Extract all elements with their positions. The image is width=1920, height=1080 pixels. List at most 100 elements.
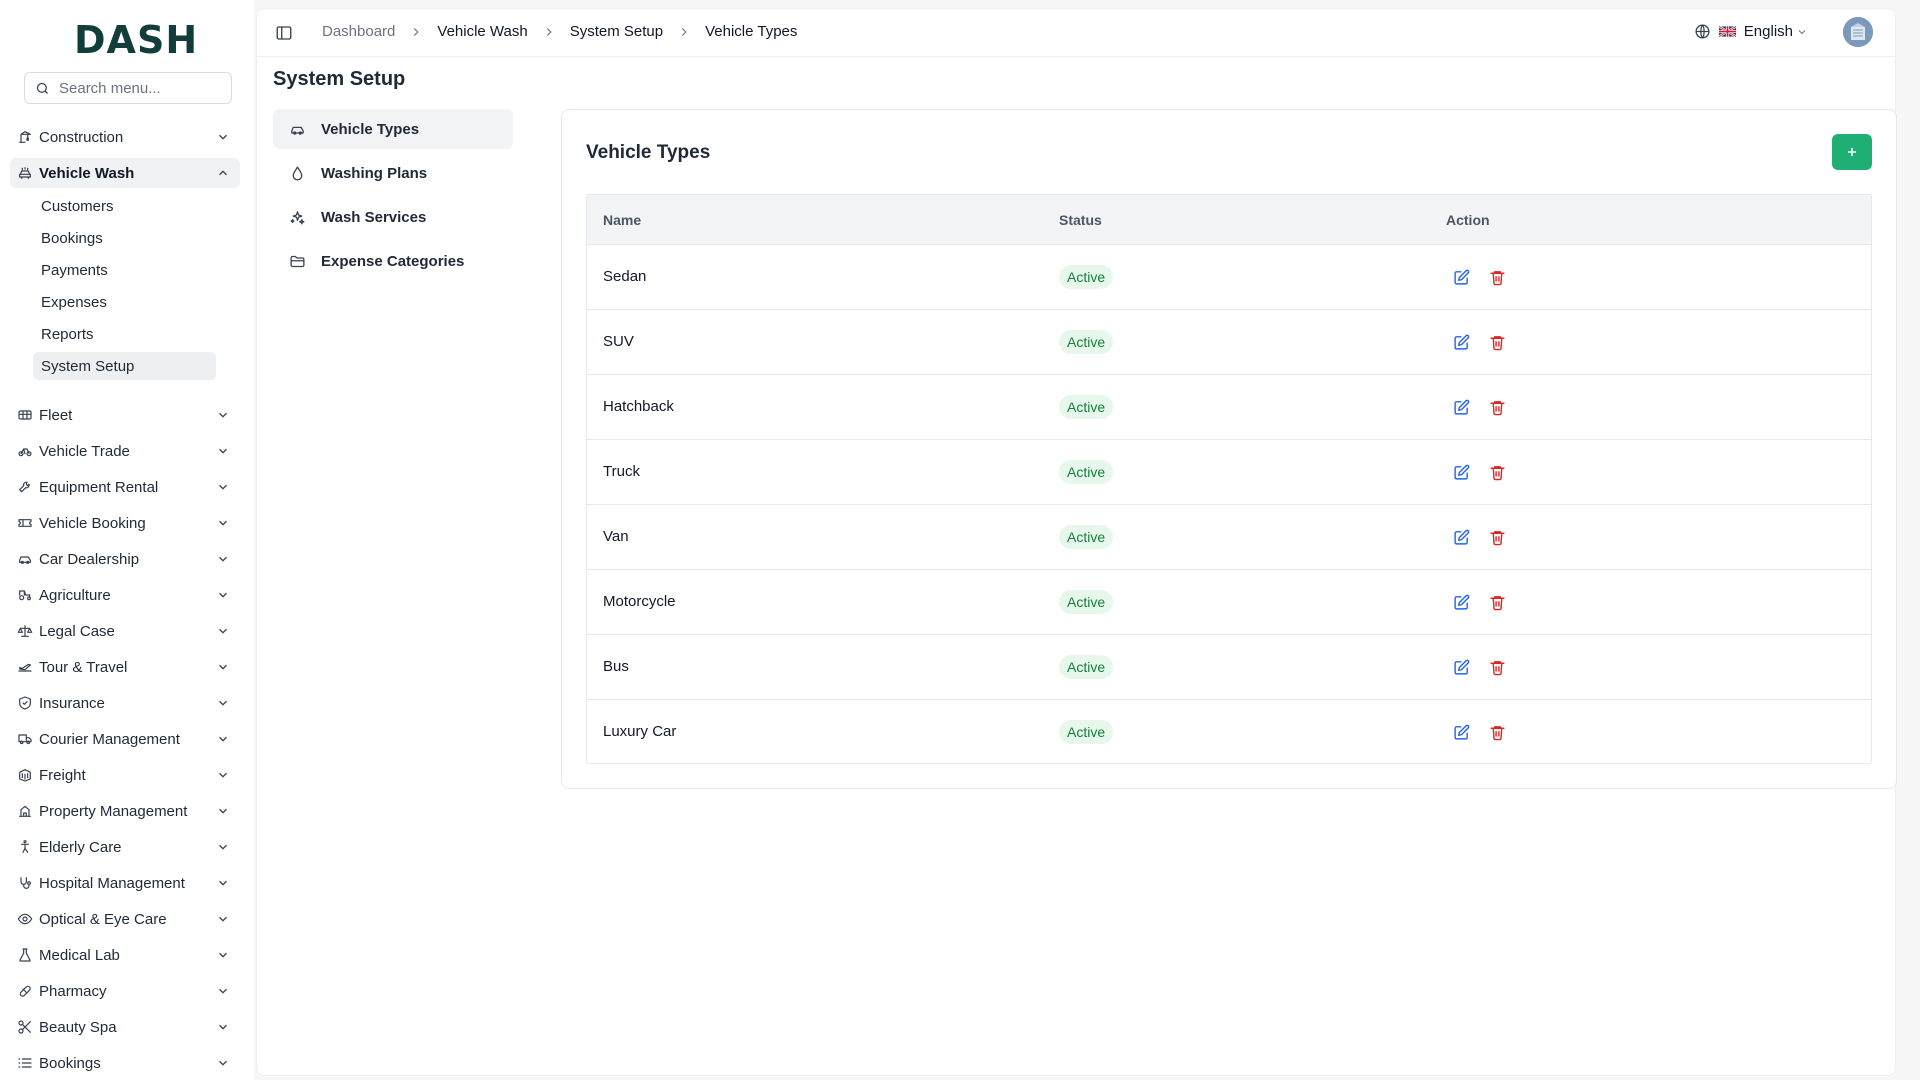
- setup-nav-washing-plans[interactable]: Washing Plans: [273, 153, 513, 193]
- chevron-down-icon: [216, 624, 230, 638]
- status-badge: Active: [1059, 720, 1114, 744]
- chevron-down-icon: [216, 912, 230, 926]
- sidebar-item-legal-case[interactable]: Legal Case: [10, 616, 240, 646]
- sidebar-item-pharmacy[interactable]: Pharmacy: [10, 976, 240, 1006]
- plane-icon: [17, 659, 33, 675]
- sidebar-item-equipment-rental[interactable]: Equipment Rental: [10, 472, 240, 502]
- column-header-action: Action: [1446, 212, 1490, 228]
- vehicle-type-name: Van: [603, 528, 629, 545]
- language-label: English: [1743, 23, 1793, 40]
- sidebar-item-freight[interactable]: Freight: [10, 760, 240, 790]
- sidebar-item-label: Tour & Travel: [39, 658, 128, 676]
- vehicle-type-name: Truck: [603, 463, 640, 480]
- sidebar-item-vehicle-wash[interactable]: Vehicle Wash: [10, 158, 240, 188]
- setup-nav-vehicle-types[interactable]: Vehicle Types: [273, 109, 513, 149]
- fleet-icon: [17, 407, 33, 423]
- edit-icon[interactable]: [1452, 528, 1470, 546]
- edit-icon[interactable]: [1452, 658, 1470, 676]
- sidebar-subitem-reports[interactable]: Reports: [33, 320, 216, 348]
- chevron-down-icon: [216, 984, 230, 998]
- sidebar-item-label: Fleet: [39, 406, 73, 424]
- table-row: Sedan Active: [587, 245, 1871, 310]
- edit-icon[interactable]: [1452, 463, 1470, 481]
- breadcrumb-item[interactable]: System Setup: [570, 23, 663, 40]
- car-icon: [289, 121, 306, 138]
- chevron-down-icon: [216, 588, 230, 602]
- add-vehicle-type-button[interactable]: [1832, 134, 1872, 170]
- sparkles-icon: [289, 209, 306, 226]
- edit-icon[interactable]: [1452, 268, 1470, 286]
- brand-logo[interactable]: DASH: [74, 18, 198, 62]
- status-badge: Active: [1059, 590, 1114, 614]
- pill-icon: [17, 983, 33, 999]
- sidebar-item-elderly-care[interactable]: Elderly Care: [10, 832, 240, 862]
- delete-icon[interactable]: [1488, 593, 1506, 611]
- edit-icon[interactable]: [1452, 333, 1470, 351]
- sidebar-item-insurance[interactable]: Insurance: [10, 688, 240, 718]
- edit-icon[interactable]: [1452, 723, 1470, 741]
- delete-icon[interactable]: [1488, 528, 1506, 546]
- sidebar-item-label: Elderly Care: [39, 838, 122, 856]
- delete-icon[interactable]: [1488, 398, 1506, 416]
- sidebar-item-property-management[interactable]: Property Management: [10, 796, 240, 826]
- sidebar-item-label: Medical Lab: [39, 946, 120, 964]
- search-input[interactable]: [59, 79, 219, 97]
- sidebar-item-medical-lab[interactable]: Medical Lab: [10, 940, 240, 970]
- sidebar-item-vehicle-trade[interactable]: Vehicle Trade: [10, 436, 240, 466]
- delete-icon[interactable]: [1488, 268, 1506, 286]
- sidebar: DASH Construction Vehicle Wash Fleet Vehicl…: [0, 0, 254, 1080]
- chevron-down-icon: [216, 732, 230, 746]
- sidebar-item-bookings[interactable]: Bookings: [10, 1048, 240, 1078]
- delete-icon[interactable]: [1488, 333, 1506, 351]
- table-body: Sedan Active SUV Active Hatchback Active Truck…: [587, 245, 1871, 763]
- sidebar-item-vehicle-booking[interactable]: Vehicle Booking: [10, 508, 240, 538]
- sidebar-subitem-bookings[interactable]: Bookings: [33, 224, 216, 252]
- sidebar-item-car-dealership[interactable]: Car Dealership: [10, 544, 240, 574]
- setup-nav-wash-services[interactable]: Wash Services: [273, 197, 513, 237]
- droplet-icon: [289, 165, 306, 182]
- breadcrumb-item: Vehicle Types: [705, 23, 798, 40]
- container-icon: [17, 767, 33, 783]
- sidebar-subitem-system-setup[interactable]: System Setup: [33, 352, 216, 380]
- chevron-down-icon: [216, 516, 230, 530]
- chevron-down-icon: [216, 696, 230, 710]
- user-avatar[interactable]: [1843, 17, 1873, 47]
- sidebar-subitem-customers[interactable]: Customers: [33, 192, 216, 220]
- table-row: Bus Active: [587, 635, 1871, 700]
- sidebar-item-fleet[interactable]: Fleet: [10, 400, 240, 430]
- chevron-down-icon: [216, 948, 230, 962]
- delete-icon[interactable]: [1488, 463, 1506, 481]
- sidebar-item-label: Equipment Rental: [39, 478, 159, 496]
- breadcrumb-item[interactable]: Dashboard: [322, 23, 395, 40]
- sidebar-item-agriculture[interactable]: Agriculture: [10, 580, 240, 610]
- sidebar-subitem-expenses[interactable]: Expenses: [33, 288, 216, 316]
- language-selector[interactable]: English: [1694, 23, 1808, 40]
- globe-icon: [1695, 24, 1710, 39]
- chevron-down-icon: [216, 552, 230, 566]
- breadcrumb: Dashboard Vehicle Wash System Setup Vehicle…: [322, 23, 797, 40]
- sidebar-subitem-payments[interactable]: Payments: [33, 256, 216, 284]
- sidebar-item-construction[interactable]: Construction: [10, 122, 240, 152]
- sidebar-item-optical-eye-care[interactable]: Optical & Eye Care: [10, 904, 240, 934]
- status-badge: Active: [1059, 460, 1114, 484]
- chevron-right-icon: [663, 25, 705, 39]
- sidebar-item-tour-travel[interactable]: Tour & Travel: [10, 652, 240, 682]
- setup-nav-expense-categories[interactable]: Expense Categories: [273, 241, 513, 281]
- top-bar: Dashboard Vehicle Wash System Setup Vehicle…: [257, 9, 1895, 57]
- edit-icon[interactable]: [1452, 398, 1470, 416]
- column-header-status[interactable]: Status: [1059, 212, 1102, 228]
- breadcrumb-item[interactable]: Vehicle Wash: [437, 23, 527, 40]
- delete-icon[interactable]: [1488, 723, 1506, 741]
- status-badge: Active: [1059, 525, 1114, 549]
- sidebar-item-label: Freight: [39, 766, 86, 784]
- scale-icon: [17, 623, 33, 639]
- table-row: Van Active: [587, 505, 1871, 570]
- sidebar-item-hospital-management[interactable]: Hospital Management: [10, 868, 240, 898]
- sidebar-toggle-icon[interactable]: [275, 24, 293, 42]
- sidebar-item-courier-management[interactable]: Courier Management: [10, 724, 240, 754]
- sidebar-item-beauty-spa[interactable]: Beauty Spa: [10, 1012, 240, 1042]
- delete-icon[interactable]: [1488, 658, 1506, 676]
- column-header-name[interactable]: Name: [603, 212, 641, 228]
- eye-icon: [17, 911, 33, 927]
- edit-icon[interactable]: [1452, 593, 1470, 611]
